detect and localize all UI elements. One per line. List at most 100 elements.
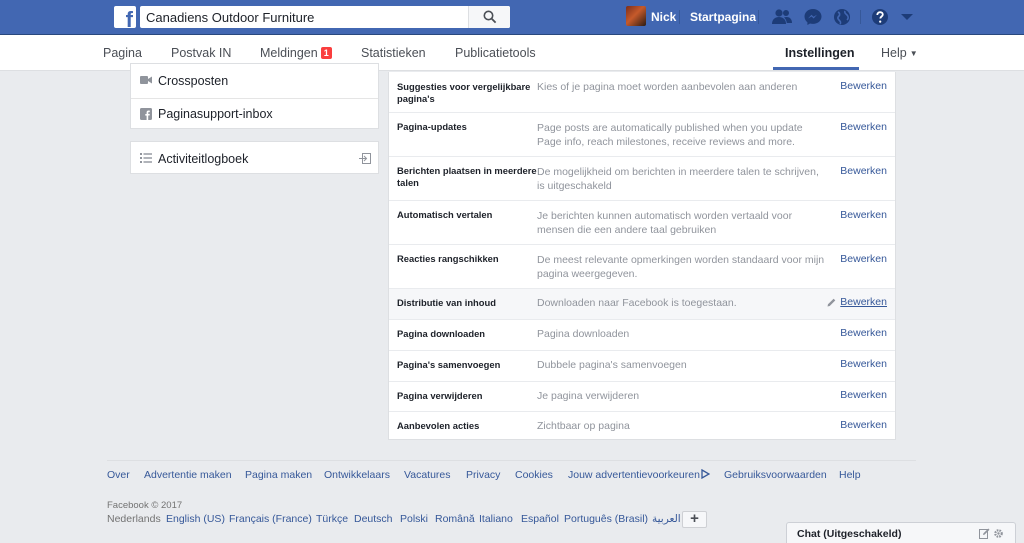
footer-link[interactable]: Ontwikkelaars — [324, 469, 390, 481]
sidebar-item-crossposten[interactable]: Crossposten — [131, 64, 378, 98]
friend-requests-icon[interactable] — [772, 8, 792, 26]
sidebar-menu: Crossposten Paginasupport-inbox — [130, 63, 379, 129]
edit-link[interactable]: Bewerken — [840, 209, 887, 221]
add-language-button[interactable]: + — [682, 511, 707, 528]
language-link[interactable]: Español — [521, 513, 559, 525]
sidebar-item-paginasupport-inbox[interactable]: Paginasupport-inbox — [131, 99, 378, 129]
language-link[interactable]: Português (Brasil) — [564, 513, 648, 525]
search-input[interactable] — [146, 8, 466, 26]
facebook-logo-icon[interactable]: f — [114, 6, 136, 28]
language-link[interactable]: Français (France) — [229, 513, 312, 525]
activity-log-box: Activiteitlogboek — [130, 141, 379, 174]
tab-instellingen[interactable]: Instellingen — [785, 46, 854, 60]
setting-description: Kies of je pagina moet worden aanbevolen… — [537, 81, 798, 93]
tab-pagina[interactable]: Pagina — [103, 46, 142, 60]
sidebar-item-label: Crossposten — [158, 74, 229, 88]
edit-link[interactable]: Bewerken — [840, 121, 887, 133]
setting-description: De meest relevante opmerkingen worden st… — [537, 254, 825, 280]
setting-description: Zichtbaar op pagina — [537, 420, 630, 432]
home-link[interactable]: Startpagina — [690, 10, 756, 24]
tab-publicatietools[interactable]: Publicatietools — [455, 46, 536, 60]
setting-description: Pagina downloaden — [537, 328, 630, 340]
footer-link[interactable]: Gebruiksvoorwaarden — [724, 469, 827, 481]
facebook-square-icon — [140, 108, 152, 120]
footer-link[interactable]: Advertentie maken — [144, 469, 232, 481]
settings-row: Pagina verwijderen Je pagina verwijderen… — [389, 382, 895, 412]
search-button[interactable] — [468, 6, 510, 28]
divider — [860, 10, 861, 24]
setting-name: Suggesties voor vergelijkbare pagina's — [397, 81, 531, 104]
edit-link[interactable]: Bewerken — [840, 327, 887, 339]
settings-row: Berichten plaatsen in meerdere talen De … — [389, 157, 895, 201]
video-camera-icon — [140, 76, 152, 84]
footer-link[interactable]: Help — [839, 469, 861, 481]
language-link[interactable]: Italiano — [479, 513, 513, 525]
notifications-globe-icon[interactable] — [832, 8, 852, 26]
language-link[interactable]: Türkçe — [316, 513, 348, 525]
footer-link-label: Jouw advertentievoorkeuren — [568, 469, 700, 481]
gear-icon[interactable] — [993, 528, 1004, 539]
caret-down-icon: ▼ — [909, 49, 918, 58]
profile-name: Nick — [651, 10, 677, 24]
settings-row: Pagina downloaden Pagina downloaden Bewe… — [389, 320, 895, 351]
chat-label: Chat (Uitgeschakeld) — [797, 528, 902, 540]
language-current: Nederlands — [107, 513, 161, 525]
footer-link[interactable]: Vacatures — [404, 469, 451, 481]
footer-links: Over Advertentie maken Pagina maken Ontw… — [107, 468, 916, 483]
tab-meldingen[interactable]: Meldingen 1 — [260, 46, 332, 60]
settings-row: Suggesties voor vergelijkbare pagina's K… — [389, 72, 895, 113]
language-list: Nederlands English (US) Français (France… — [107, 513, 707, 527]
compose-icon[interactable] — [979, 528, 990, 539]
edit-link[interactable]: Bewerken — [840, 253, 887, 265]
footer-link[interactable]: Privacy — [466, 469, 500, 481]
settings-table: Suggesties voor vergelijkbare pagina's K… — [388, 72, 896, 440]
footer-link[interactable]: Over — [107, 469, 130, 481]
setting-description: Je pagina verwijderen — [537, 390, 640, 402]
tab-label: Meldingen — [260, 46, 318, 60]
adchoices-icon — [701, 468, 711, 480]
edit-link[interactable]: Bewerken — [840, 358, 887, 370]
settings-row: Pagina-updates Page posts are automatica… — [389, 113, 895, 157]
footer-link[interactable]: Cookies — [515, 469, 553, 481]
chevron-down-icon[interactable] — [897, 8, 917, 26]
footer-link[interactable]: Pagina maken — [245, 469, 312, 481]
tab-help[interactable]: Help ▼ — [881, 46, 918, 60]
edit-link[interactable]: Bewerken — [840, 165, 887, 177]
setting-name: Pagina's samenvoegen — [397, 359, 501, 370]
setting-description: De mogelijkheid om berichten in meerdere… — [537, 166, 819, 192]
language-link[interactable]: العربية — [652, 513, 681, 525]
edit-link[interactable]: Bewerken — [840, 419, 887, 431]
edit-link[interactable]: Bewerken — [840, 80, 887, 92]
tab-statistieken[interactable]: Statistieken — [361, 46, 426, 60]
footer-divider — [107, 460, 916, 461]
active-tab-indicator — [773, 67, 859, 70]
list-icon — [140, 153, 152, 163]
copyright: Facebook © 2017 — [107, 500, 183, 511]
avatar — [626, 6, 646, 26]
language-link[interactable]: Deutsch — [354, 513, 393, 525]
settings-row-highlighted[interactable]: Distributie van inhoud Downloaden naar F… — [389, 289, 895, 320]
setting-name: Berichten plaatsen in meerdere talen — [397, 165, 537, 188]
edit-link[interactable]: Bewerken — [840, 296, 887, 308]
setting-name: Distributie van inhoud — [397, 297, 496, 308]
chat-bar[interactable]: Chat (Uitgeschakeld) — [786, 522, 1016, 543]
top-bar: f Nick Startpagina — [0, 0, 1024, 35]
messenger-icon[interactable] — [803, 8, 823, 26]
language-link[interactable]: Polski — [400, 513, 428, 525]
setting-description: Je berichten kunnen automatisch worden v… — [537, 210, 793, 236]
settings-row: Aanbevolen acties Zichtbaar op pagina Be… — [389, 412, 895, 440]
help-icon[interactable] — [870, 8, 890, 26]
setting-description: Dubbele pagina's samenvoegen — [537, 359, 687, 371]
setting-description: Downloaden naar Facebook is toegestaan. — [537, 297, 737, 309]
language-link[interactable]: Română — [435, 513, 475, 525]
pencil-icon — [827, 298, 836, 307]
tab-label: Help — [881, 46, 907, 60]
tab-postvak-in[interactable]: Postvak IN — [171, 46, 231, 60]
setting-name: Pagina-updates — [397, 121, 467, 132]
footer-link[interactable]: Jouw advertentievoorkeuren — [568, 468, 711, 481]
language-link[interactable]: English (US) — [166, 513, 225, 525]
edit-link[interactable]: Bewerken — [840, 389, 887, 401]
setting-name: Pagina downloaden — [397, 328, 486, 339]
sidebar-item-activity-log[interactable]: Activiteitlogboek — [131, 142, 378, 173]
setting-name: Aanbevolen acties — [397, 420, 480, 431]
